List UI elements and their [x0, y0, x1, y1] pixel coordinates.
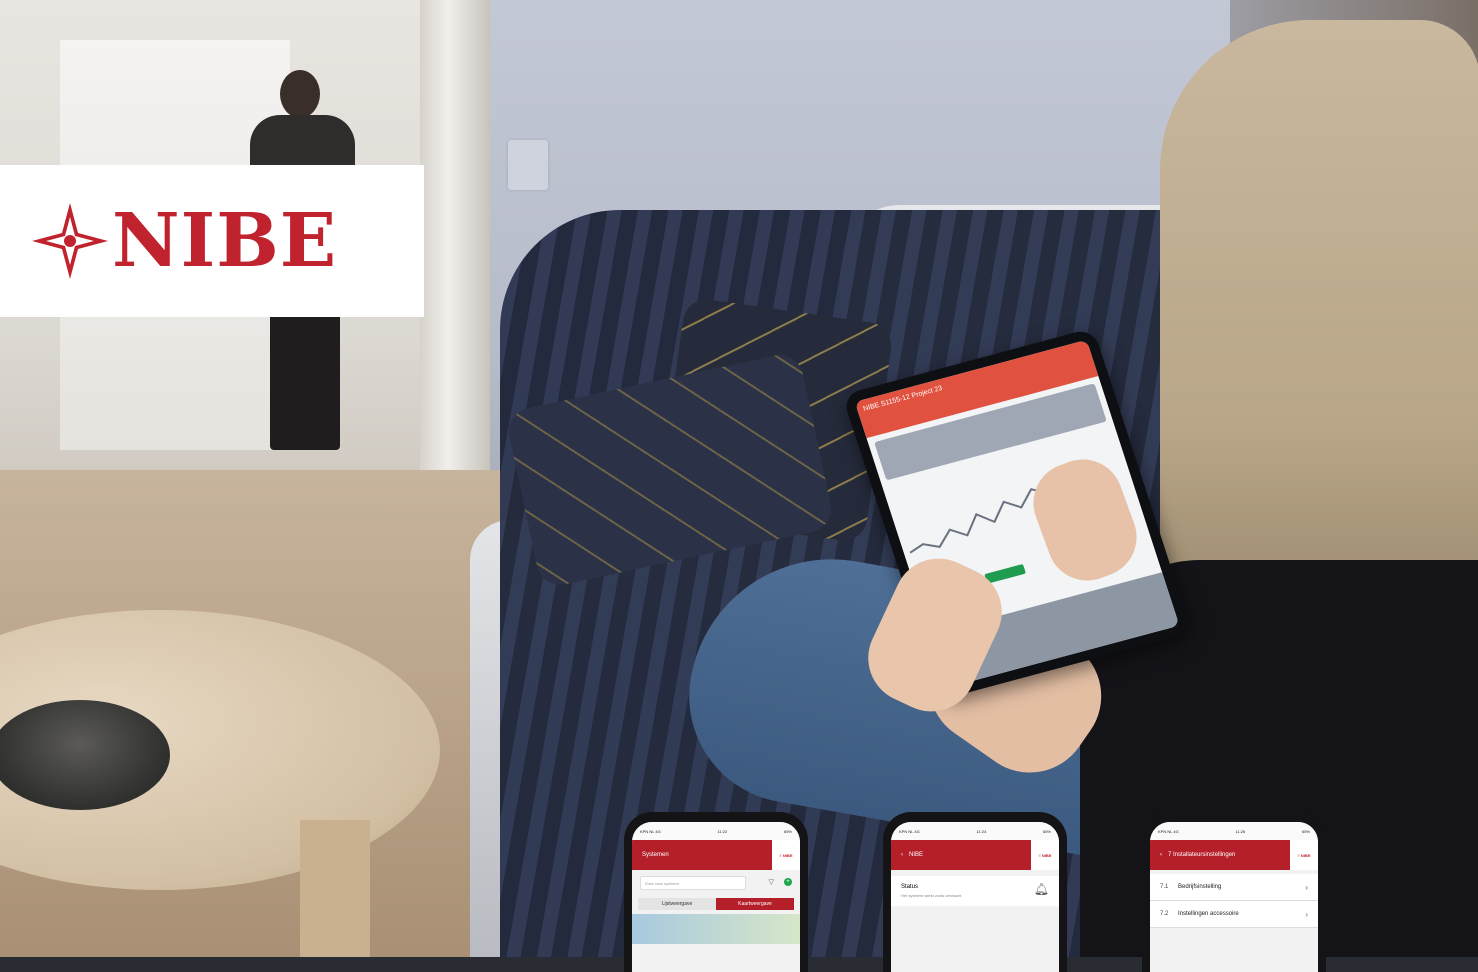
- app-bar: ‹ 7 Installateursinstellingen ≡ NIBE: [1150, 840, 1318, 870]
- search-tools: ▽ +: [769, 878, 792, 886]
- chevron-right-icon: ›: [1305, 909, 1308, 919]
- status-card[interactable]: Status Het systeem werkt zoals verwacht …: [891, 876, 1059, 906]
- status-title: Status: [901, 884, 919, 890]
- phone-screen: KPN NL 4G 11:22 65% Systemen ≡ NIBE Zoek…: [632, 822, 800, 972]
- page-title: 7 Installateursinstellingen: [1168, 852, 1236, 858]
- settings-row-label: Instellingen accessoire: [1178, 911, 1239, 917]
- app-title-bar: ‹ NIBE: [891, 840, 1031, 870]
- back-chevron-icon[interactable]: ‹: [901, 852, 903, 858]
- settings-row-label: Bedrijfsinstelling: [1178, 884, 1222, 890]
- bell-icon: 🔔︎: [1033, 882, 1049, 896]
- clock: 11:24: [976, 828, 987, 834]
- status-bar: KPN NL 4G 11:24 65%: [891, 822, 1059, 840]
- back-chevron-icon[interactable]: ‹: [1160, 852, 1162, 858]
- clock: 11:22: [717, 828, 728, 834]
- page-title: Systemen: [642, 852, 669, 858]
- plus-icon[interactable]: +: [784, 878, 792, 886]
- app-title-bar: Systemen: [632, 840, 772, 870]
- carrier-label: KPN NL 4G: [1158, 828, 1179, 834]
- nibe-star-logo-icon: [32, 203, 108, 279]
- filter-icon[interactable]: ▽: [769, 878, 774, 886]
- clock: 11:26: [1235, 828, 1246, 834]
- settings-row[interactable]: 7.1 Bedrijfsinstelling ›: [1150, 874, 1318, 901]
- chevron-right-icon: ›: [1305, 882, 1308, 892]
- app-bar: Systemen ≡ NIBE: [632, 840, 800, 870]
- status-bar: KPN NL 4G 11:26 65%: [1150, 822, 1318, 840]
- nibe-wordmark: NIBE: [112, 198, 338, 284]
- nibe-menu-button[interactable]: ≡ NIBE: [1031, 840, 1059, 870]
- segment-map-view[interactable]: Kaartweergave: [716, 898, 794, 910]
- system-search-input[interactable]: Zoek naar systeem: [640, 876, 746, 890]
- view-segmented-control: Lijstweergave Kaartweergave: [638, 898, 794, 910]
- segment-list-view[interactable]: Lijstweergave: [638, 898, 716, 910]
- battery-label: 65%: [783, 828, 792, 834]
- light-switch: [508, 140, 548, 190]
- battery-label: 65%: [1042, 828, 1051, 834]
- phone-screen: KPN NL 4G 11:24 65% ‹ NIBE ≡ NIBE Status…: [891, 822, 1059, 972]
- page-title: NIBE: [909, 852, 924, 858]
- carrier-label: KPN NL 4G: [899, 828, 920, 834]
- status-bar: KPN NL 4G 11:22 65%: [632, 822, 800, 840]
- nibe-logo-card: NIBE: [0, 165, 424, 317]
- app-title-bar: ‹ 7 Installateursinstellingen: [1150, 840, 1290, 870]
- coffee-table-leg: [300, 820, 370, 957]
- nibe-menu-button[interactable]: ≡ NIBE: [1290, 840, 1318, 870]
- phone-screen: KPN NL 4G 11:26 65% ‹ 7 Installateursins…: [1150, 822, 1318, 972]
- tablet-mode-button[interactable]: [984, 563, 1026, 584]
- settings-row[interactable]: 7.2 Instellingen accessoire ›: [1150, 901, 1318, 928]
- phone-systems-screen: KPN NL 4G 11:22 65% Systemen ≡ NIBE Zoek…: [624, 812, 808, 972]
- app-bar: ‹ NIBE ≡ NIBE: [891, 840, 1059, 870]
- settings-row-number: 7.1: [1160, 884, 1169, 890]
- map-preview[interactable]: [632, 914, 800, 944]
- phone-status-screen: KPN NL 4G 11:24 65% ‹ NIBE ≡ NIBE Status…: [883, 812, 1067, 972]
- tablet-header-title: NIBE S1155-12 Project 23: [862, 384, 944, 413]
- nibe-menu-button[interactable]: ≡ NIBE: [772, 840, 800, 870]
- battery-label: 65%: [1301, 828, 1310, 834]
- status-description: Het systeem werkt zoals verwacht: [901, 893, 962, 898]
- carrier-label: KPN NL 4G: [640, 828, 661, 834]
- settings-row-number: 7.2: [1160, 911, 1169, 917]
- phone-installer-settings-screen: KPN NL 4G 11:26 65% ‹ 7 Installateursins…: [1142, 812, 1326, 972]
